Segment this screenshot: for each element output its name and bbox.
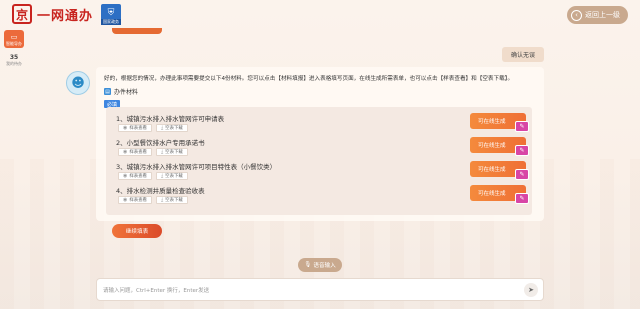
- material-name: 4、排水检测井质量检查验收表: [116, 187, 205, 195]
- online-generate-button[interactable]: 可在线生成 ✎: [470, 137, 529, 156]
- form-icon: ✎: [515, 169, 529, 180]
- microphone-icon: 🎙: [304, 262, 312, 268]
- material-row: 2、小型餐饮排水户专用承诺书 ◉ 样表查看 ⤓ 空表下载 可在线生成 ✎: [106, 135, 532, 159]
- blank-download-label: 空表下载: [165, 198, 183, 203]
- sample-view-label: 样表查看: [129, 174, 147, 179]
- chat-icon: ▭: [10, 32, 18, 41]
- online-generate-label: 可在线生成: [478, 191, 506, 197]
- shield-glyph-icon: ⛨: [107, 7, 115, 18]
- material-row: 3、城镇污水排入排水管网许可项目特性表（小餐饮类） ◉ 样表查看 ⤓ 空表下载 可在…: [106, 159, 532, 183]
- form-icon: ✎: [515, 121, 529, 132]
- online-generate-label: 可在线生成: [478, 167, 506, 173]
- answer-text: 好的，根据您的情况，办理此事项需要提交以下4份材料。您可以点击【材料填报】进入表…: [104, 76, 514, 82]
- materials-title-text: 办件材料: [114, 89, 139, 96]
- sample-view-label: 样表查看: [129, 150, 147, 155]
- previous-button-edge[interactable]: [112, 28, 162, 34]
- todo-count: 35: [9, 54, 19, 61]
- chat-input[interactable]: [103, 285, 503, 296]
- user-message: 确认无误: [501, 47, 544, 62]
- assistant-label: 智能导办: [6, 40, 22, 46]
- online-generate-button[interactable]: 可在线生成 ✎: [470, 161, 529, 180]
- sample-view-button[interactable]: ◉ 样表查看: [118, 196, 152, 204]
- continue-button[interactable]: 继续填表: [112, 224, 162, 238]
- send-button[interactable]: ➤: [524, 283, 538, 297]
- material-name: 2、小型餐饮排水户专用承诺书: [116, 139, 205, 147]
- back-arrow-icon: ‹: [571, 9, 582, 21]
- chat-input-box: ➤: [96, 278, 544, 301]
- back-button[interactable]: ‹ 返回上一级: [567, 6, 628, 24]
- online-generate-label: 可在线生成: [478, 143, 506, 149]
- assistant-answer: 好的，根据您的情况，办理此事项需要提交以下4份材料。您可以点击【材料填报】进入表…: [96, 67, 544, 221]
- blank-download-label: 空表下载: [165, 174, 183, 179]
- materials-title: ▤ 办件材料: [104, 87, 138, 96]
- logo-icon: 京: [12, 4, 32, 24]
- sample-view-button[interactable]: ◉ 样表查看: [118, 148, 152, 156]
- online-generate-button[interactable]: 可在线生成 ✎: [470, 113, 529, 132]
- logo-glyph: 京: [15, 7, 28, 22]
- back-label: 返回上一级: [585, 11, 620, 19]
- robot-icon: ☻: [71, 75, 85, 91]
- blank-download-button[interactable]: ⤓ 空表下载: [155, 124, 188, 132]
- material-name: 1、城镇污水排入排水管网许可申请表: [116, 115, 225, 123]
- folder-icon: ▤: [104, 88, 111, 95]
- blank-download-label: 空表下载: [165, 126, 183, 131]
- eye-icon: ◉: [123, 173, 128, 179]
- voice-label: 语音输入: [313, 263, 336, 269]
- sample-view-label: 样表查看: [129, 198, 147, 203]
- download-icon: ⤓: [160, 173, 164, 179]
- badge-text: 国家政务: [101, 18, 122, 25]
- download-icon: ⤓: [160, 125, 164, 131]
- todo-counter[interactable]: 35 我的待办: [4, 54, 24, 68]
- material-row: 4、排水检测井质量检查验收表 ◉ 样表查看 ⤓ 空表下载 可在线生成 ✎: [106, 183, 532, 207]
- blank-download-label: 空表下载: [165, 150, 183, 155]
- online-generate-label: 可在线生成: [478, 119, 506, 125]
- eye-icon: ◉: [123, 125, 128, 131]
- assistant-button[interactable]: ▭ 智能导办: [4, 30, 24, 48]
- logo-text: 一网通办: [37, 8, 94, 24]
- material-name: 3、城镇污水排入排水管网许可项目特性表（小餐饮类）: [116, 163, 277, 171]
- eye-icon: ◉: [123, 197, 128, 203]
- document-shield-icon: ⛨ 国家政务: [101, 3, 122, 25]
- assistant-avatar: ☻: [66, 71, 90, 95]
- form-icon: ✎: [515, 193, 529, 204]
- sidebar: ▭ 智能导办 35 我的待办: [4, 30, 24, 68]
- header: 京 一网通办 ⛨ 国家政务: [0, 0, 640, 28]
- blank-download-button[interactable]: ⤓ 空表下载: [155, 172, 188, 180]
- send-icon: ➤: [528, 286, 534, 294]
- download-icon: ⤓: [160, 197, 164, 203]
- materials-list: 1、城镇污水排入排水管网许可申请表 ◉ 样表查看 ⤓ 空表下载 可在线生成 ✎ 2、小…: [106, 107, 532, 215]
- material-row: 1、城镇污水排入排水管网许可申请表 ◉ 样表查看 ⤓ 空表下载 可在线生成 ✎: [106, 111, 532, 135]
- download-icon: ⤓: [160, 149, 164, 155]
- sample-view-button[interactable]: ◉ 样表查看: [118, 172, 152, 180]
- blank-download-button[interactable]: ⤓ 空表下载: [155, 148, 188, 156]
- eye-icon: ◉: [123, 149, 128, 155]
- blank-download-button[interactable]: ⤓ 空表下载: [155, 196, 188, 204]
- online-generate-button[interactable]: 可在线生成 ✎: [470, 185, 529, 204]
- voice-input-button[interactable]: 🎙 语音输入: [298, 258, 342, 272]
- form-icon: ✎: [515, 145, 529, 156]
- sample-view-button[interactable]: ◉ 样表查看: [118, 124, 152, 132]
- todo-label: 我的待办: [6, 61, 22, 66]
- sample-view-label: 样表查看: [129, 126, 147, 131]
